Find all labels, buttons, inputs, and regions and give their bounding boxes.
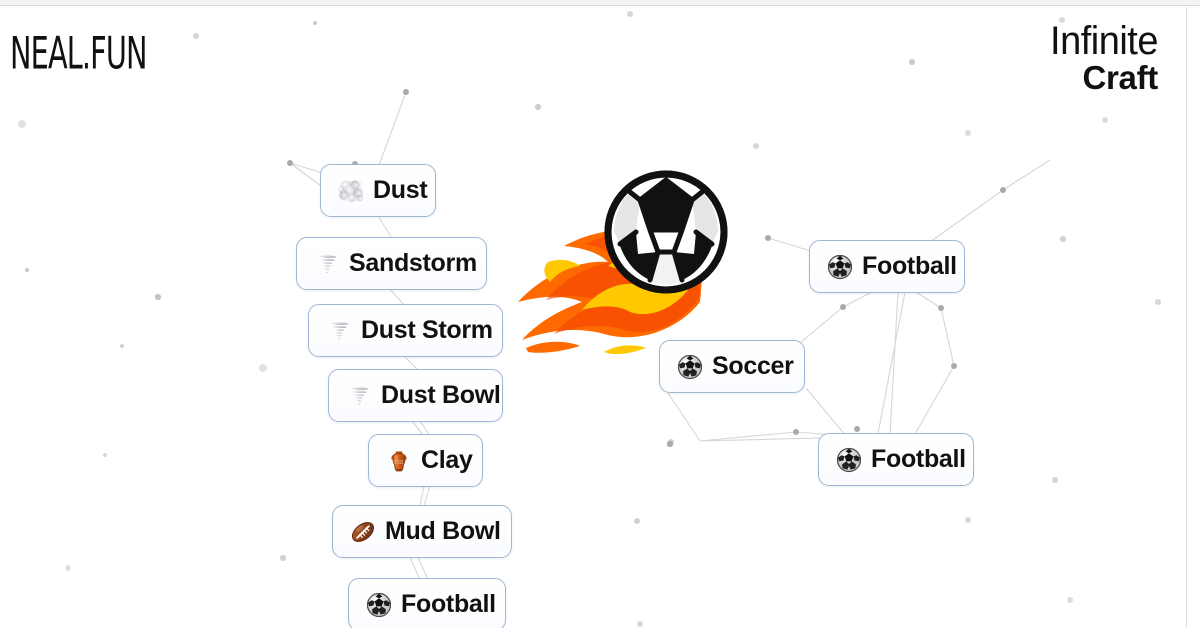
element-card-label: Clay bbox=[421, 446, 473, 474]
element-card-duststorm[interactable]: Dust Storm bbox=[308, 304, 503, 357]
element-card-label: Dust Storm bbox=[361, 316, 493, 344]
connector-node-dot bbox=[765, 235, 771, 241]
connector-line bbox=[377, 91, 407, 169]
element-card-football-r2[interactable]: Football bbox=[818, 433, 974, 486]
element-card-label: Football bbox=[871, 445, 966, 473]
right-gutter bbox=[1187, 7, 1200, 628]
connector-line bbox=[842, 291, 873, 308]
soccerball-icon bbox=[827, 254, 853, 279]
element-card-label: Mud Bowl bbox=[385, 517, 501, 545]
brand-line-craft: Craft bbox=[1082, 58, 1158, 96]
connector-line bbox=[767, 237, 815, 253]
crafting-canvas[interactable]: NEAL.FUN Infinite Craft Dust Sandstorm D… bbox=[0, 7, 1186, 628]
connector-line bbox=[409, 556, 421, 581]
connector-line bbox=[940, 307, 955, 367]
connector-line bbox=[389, 288, 405, 306]
connector-line bbox=[1002, 159, 1051, 191]
connector-line bbox=[667, 392, 701, 442]
infinite-craft-brand: Infinite Craft bbox=[1050, 21, 1158, 94]
element-card-dustbowl[interactable]: Dust Bowl bbox=[328, 369, 503, 422]
connector-line bbox=[914, 365, 955, 435]
amphora-icon bbox=[386, 448, 412, 474]
connector-line bbox=[417, 556, 429, 581]
neal-fun-logo[interactable]: NEAL.FUN bbox=[10, 27, 148, 79]
tornado-icon bbox=[330, 321, 349, 340]
brand-line-infinite: Infinite bbox=[1050, 18, 1158, 64]
connector-line bbox=[377, 215, 393, 239]
connector-line bbox=[419, 485, 425, 507]
element-card-dust[interactable]: Dust bbox=[320, 164, 436, 217]
element-card-clay[interactable]: Clay bbox=[368, 434, 483, 487]
connector-line bbox=[423, 485, 431, 507]
connector-line bbox=[929, 189, 1004, 243]
element-card-football-b[interactable]: Football bbox=[348, 578, 506, 628]
connector-node-dot bbox=[287, 160, 293, 166]
soccerball-icon bbox=[827, 254, 853, 280]
tornado-icon bbox=[318, 254, 337, 273]
element-card-sandstorm[interactable]: Sandstorm bbox=[296, 237, 487, 290]
connector-node-dot bbox=[938, 305, 944, 311]
connector-line bbox=[915, 291, 942, 309]
connector-node-dot bbox=[403, 89, 409, 95]
tornado-icon bbox=[326, 318, 352, 344]
soccerball-icon bbox=[366, 592, 392, 618]
tornado-icon bbox=[314, 251, 340, 277]
tornado-icon bbox=[350, 386, 369, 405]
amphora-icon bbox=[391, 450, 407, 471]
soccerball-icon bbox=[366, 592, 392, 617]
element-card-label: Football bbox=[862, 252, 957, 280]
flaming-soccer-ball-icon bbox=[518, 170, 728, 355]
usfootball-icon bbox=[350, 519, 376, 545]
connector-line bbox=[805, 387, 847, 437]
dust-icon bbox=[338, 179, 364, 202]
element-card-label: Dust bbox=[373, 176, 428, 204]
connector-line bbox=[403, 355, 419, 371]
element-card-mudbowl[interactable]: Mud Bowl bbox=[332, 505, 512, 558]
sidebar-divider bbox=[1186, 7, 1187, 628]
tornado-icon bbox=[346, 383, 372, 409]
dust-icon bbox=[338, 178, 364, 204]
connector-line bbox=[799, 306, 844, 344]
element-card-label: Sandstorm bbox=[349, 249, 477, 277]
browser-top-strip bbox=[0, 0, 1200, 6]
element-card-label: Football bbox=[401, 590, 496, 618]
connector-node-dot bbox=[667, 441, 673, 447]
soccerball-icon bbox=[836, 447, 862, 473]
connector-node-dot bbox=[854, 426, 860, 432]
usfootball-icon bbox=[352, 521, 374, 542]
soccerball-icon bbox=[836, 447, 862, 472]
element-card-football-r[interactable]: Football bbox=[809, 240, 965, 293]
element-card-label: Dust Bowl bbox=[381, 381, 501, 409]
